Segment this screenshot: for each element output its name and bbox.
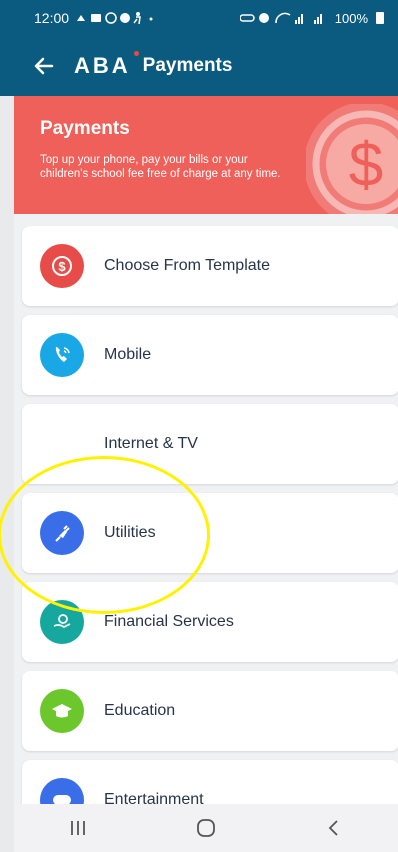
category-label: Utilities xyxy=(104,524,156,541)
money-hand-icon xyxy=(40,600,84,644)
aba-logo: ABA xyxy=(74,51,139,79)
gamepad-icon xyxy=(40,778,84,804)
home-icon[interactable] xyxy=(186,813,226,843)
category-label: Financial Services xyxy=(104,613,234,630)
left-edge xyxy=(0,96,14,852)
graduation-cap-icon xyxy=(40,689,84,733)
status-bar: 12:00 100% xyxy=(0,0,398,36)
page-title: Payments xyxy=(142,55,233,76)
category-label: Entertainment xyxy=(104,791,204,804)
signal-icons xyxy=(239,12,322,24)
svg-text:$: $ xyxy=(349,131,383,200)
category-entertainment[interactable]: Entertainment xyxy=(22,760,398,804)
plug-icon xyxy=(40,511,84,555)
banner-title: Payments xyxy=(40,118,130,139)
android-nav-bar xyxy=(14,804,398,852)
app-bar: ABA Payments xyxy=(0,36,398,96)
dollar-icon: $ xyxy=(40,244,84,288)
svg-text:$: $ xyxy=(58,259,66,274)
dollar-coin-icon: $ xyxy=(306,104,398,214)
battery-percent: 100% xyxy=(334,10,368,26)
category-choose-from-template[interactable]: $ Choose From Template xyxy=(22,226,398,306)
back-chevron-icon[interactable] xyxy=(314,813,354,843)
payments-banner: Payments Top up your phone, pay your bil… xyxy=(14,96,398,214)
status-time: 12:00 xyxy=(34,10,70,26)
category-internet-tv[interactable]: Internet & TV xyxy=(22,404,398,484)
category-mobile[interactable]: Mobile xyxy=(22,315,398,395)
category-label: Choose From Template xyxy=(104,257,270,274)
battery-icon xyxy=(376,12,384,24)
notification-icons xyxy=(77,12,153,25)
category-education[interactable]: Education xyxy=(22,671,398,751)
category-label: Mobile xyxy=(104,346,152,363)
category-label: Education xyxy=(104,702,176,719)
back-arrow-icon[interactable] xyxy=(32,54,56,78)
payment-categories: $ Choose From Template Mobile Internet &… xyxy=(14,214,398,804)
recent-apps-icon[interactable] xyxy=(58,813,98,843)
category-financial-services[interactable]: Financial Services xyxy=(22,582,398,662)
category-utilities[interactable]: Utilities xyxy=(22,493,398,573)
category-label: Internet & TV xyxy=(104,435,198,452)
phone-icon xyxy=(40,333,84,377)
banner-description: Top up your phone, pay your bills or you… xyxy=(40,154,281,180)
